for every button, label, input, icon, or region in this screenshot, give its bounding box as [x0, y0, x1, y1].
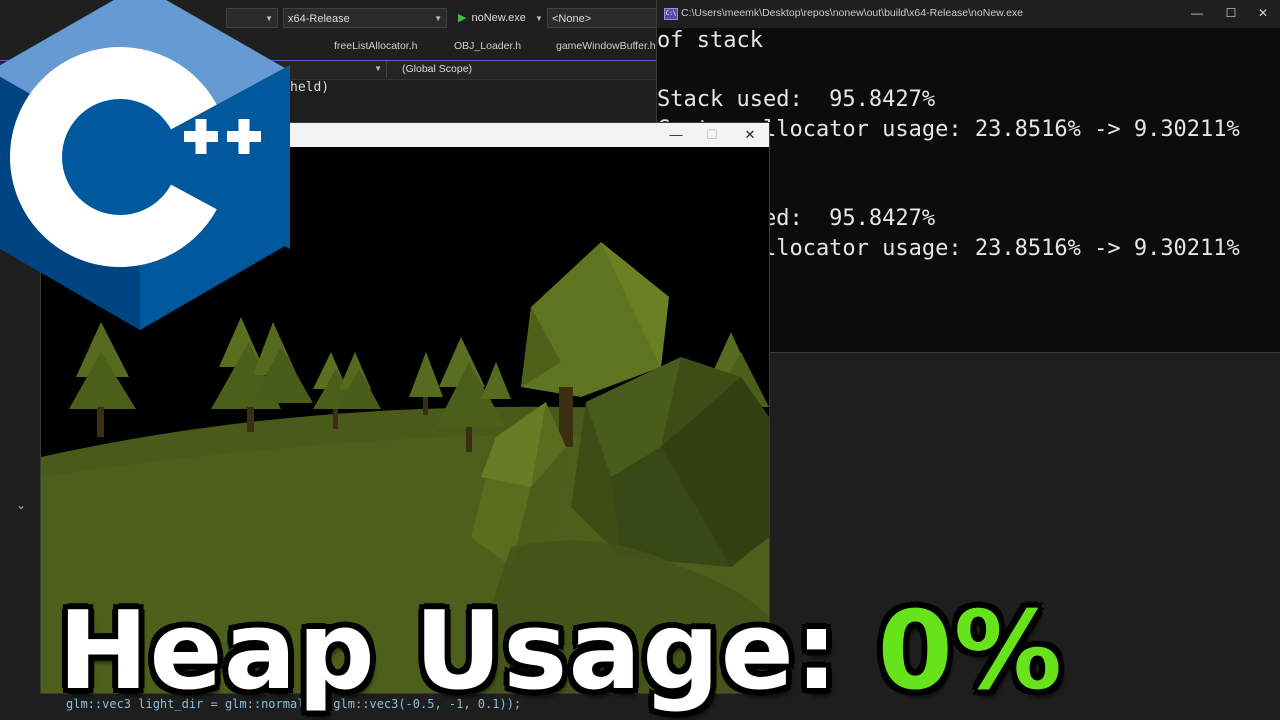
run-button[interactable]: ▶ noNew.exe ▼	[458, 8, 543, 28]
console-line: of stack	[657, 28, 763, 53]
debug-target-combo[interactable]: <None>	[547, 8, 657, 28]
fold-chevron-icon[interactable]: ⌄	[16, 498, 26, 512]
maximize-icon[interactable]: ☐	[1217, 4, 1245, 22]
console-line: Stack used: 95.8427%	[657, 87, 936, 112]
thumbnail-stage: ▼ x64-Release ▼ ▶ noNew.exe ▼ <None> free…	[0, 0, 1280, 720]
tab-freelistallocator[interactable]: freeListAllocator.h	[334, 40, 417, 52]
headline: Heap Usage: 0%	[58, 592, 1063, 712]
maximize-icon: ☐	[706, 127, 718, 142]
chevron-down-icon: ▼	[434, 14, 442, 23]
close-icon[interactable]: ✕	[735, 125, 765, 145]
run-target-label: noNew.exe	[471, 12, 526, 24]
tab-gamewindowbuffer[interactable]: gameWindowBuffer.h	[556, 40, 656, 52]
headline-value: 0%	[877, 589, 1063, 714]
play-icon: ▶	[458, 12, 467, 24]
minimize-icon[interactable]: —	[1183, 4, 1211, 22]
minimize-icon[interactable]: —	[661, 125, 691, 145]
cpp-logo-icon	[0, 0, 290, 330]
platform-combo[interactable]: x64-Release ▼	[283, 8, 447, 28]
headline-label: Heap Usage:	[58, 589, 840, 714]
global-scope-combo[interactable]: (Global Scope)	[402, 61, 472, 78]
console-title: C:\Users\meemk\Desktop\repos\nonew\out\b…	[681, 7, 1024, 19]
project-scope-combo[interactable]: ▼	[290, 61, 387, 78]
debug-target-value: <None>	[552, 13, 592, 25]
tab-obj-loader[interactable]: OBJ_Loader.h	[454, 40, 521, 52]
chevron-down-icon: ▼	[534, 14, 543, 23]
console-titlebar[interactable]: C:\ C:\Users\meemk\Desktop\repos\nonew\o…	[657, 0, 1280, 28]
console-app-icon: C:\	[664, 8, 678, 20]
chevron-down-icon: ▼	[374, 64, 382, 73]
close-icon[interactable]: ✕	[1249, 4, 1277, 22]
